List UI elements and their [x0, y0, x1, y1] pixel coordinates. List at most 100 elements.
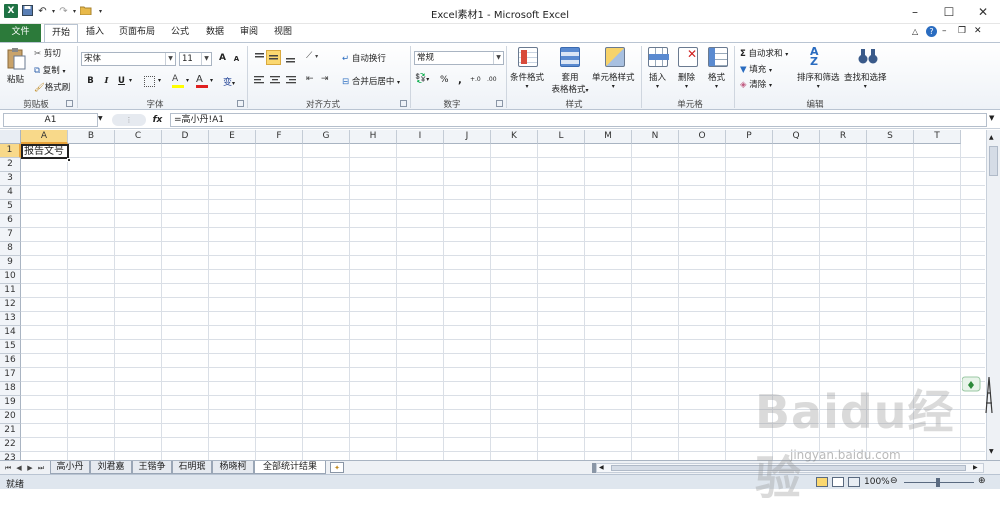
workbook-restore-icon[interactable]: ❐	[958, 26, 966, 36]
column-header-p[interactable]: P	[726, 130, 773, 144]
column-header-k[interactable]: K	[491, 130, 538, 144]
first-sheet-icon[interactable]: ⏮	[3, 463, 13, 473]
column-header-l[interactable]: L	[538, 130, 585, 144]
expand-formula-icon[interactable]: ▼	[989, 114, 994, 122]
column-header-t[interactable]: T	[914, 130, 961, 144]
tab-review[interactable]: 审阅	[234, 24, 264, 42]
help-icon[interactable]: ?	[926, 26, 937, 37]
row-header-1[interactable]: 1	[0, 144, 21, 158]
sheet-tab[interactable]: 刘君嘉	[90, 461, 132, 474]
scroll-left-icon[interactable]: ◀	[599, 464, 604, 471]
borders-icon[interactable]	[144, 76, 155, 87]
column-header-d[interactable]: D	[162, 130, 209, 144]
row-header-12[interactable]: 12	[0, 298, 21, 312]
increase-decimal-button[interactable]: +.0	[470, 76, 481, 83]
row-header-22[interactable]: 22	[0, 438, 21, 452]
row-header-10[interactable]: 10	[0, 270, 21, 284]
format-as-table-button[interactable]: 套用 表格格式▾	[549, 71, 591, 95]
clipboard-dialog-launcher[interactable]	[66, 100, 73, 107]
minimize-button[interactable]: –	[898, 0, 932, 24]
row-header-8[interactable]: 8	[0, 242, 21, 256]
sheet-tab[interactable]: 杨晓柯	[212, 461, 254, 474]
number-format-combo[interactable]: 常规 ▼	[414, 51, 504, 65]
row-header-17[interactable]: 17	[0, 368, 21, 382]
sheet-tab[interactable]: 高小丹	[50, 461, 90, 474]
font-dialog-launcher[interactable]	[237, 100, 244, 107]
column-header-b[interactable]: B	[68, 130, 115, 144]
scroll-up-icon[interactable]: ▲	[989, 134, 994, 141]
underline-button[interactable]: U	[115, 75, 128, 88]
row-header-2[interactable]: 2	[0, 158, 21, 172]
cut-button[interactable]: ✂ 剪切	[34, 47, 61, 59]
decrease-decimal-button[interactable]: .00	[487, 76, 497, 83]
grow-font-button[interactable]: A	[216, 52, 229, 65]
bold-button[interactable]: B	[84, 75, 97, 88]
name-box[interactable]: A1	[3, 113, 98, 127]
sheet-tab[interactable]: 石明珉	[172, 461, 212, 474]
scroll-thumb[interactable]	[989, 146, 998, 176]
fill-button[interactable]: ▼ 填充 ▾	[740, 63, 772, 75]
decrease-indent-icon[interactable]: ⇤	[306, 74, 314, 84]
close-button[interactable]: ✕	[966, 0, 1000, 24]
insert-function-button[interactable]: fx	[150, 113, 165, 127]
insert-cells-button[interactable]: 插入 ▾	[649, 71, 666, 90]
find-select-button[interactable]: 查找和选择 ▾	[844, 71, 887, 90]
row-header-9[interactable]: 9	[0, 256, 21, 270]
sheet-tab-active[interactable]: 全部统计结果	[254, 461, 326, 474]
column-header-j[interactable]: J	[444, 130, 491, 144]
column-header-e[interactable]: E	[209, 130, 256, 144]
currency-icon[interactable]: 💱▾	[415, 74, 429, 84]
workbook-minimize-icon[interactable]: –	[942, 26, 947, 36]
tab-insert[interactable]: 插入	[80, 24, 110, 42]
tab-data[interactable]: 数据	[200, 24, 230, 42]
formula-input[interactable]: =高小丹!A1	[170, 113, 987, 127]
row-header-19[interactable]: 19	[0, 396, 21, 410]
select-all-button[interactable]	[0, 130, 21, 144]
percent-button[interactable]: %	[440, 75, 449, 85]
italic-button[interactable]: I	[100, 75, 113, 88]
font-color-dropdown-icon[interactable]: ▾	[210, 77, 213, 84]
align-top-icon[interactable]	[253, 51, 266, 64]
column-header-g[interactable]: G	[303, 130, 350, 144]
number-dialog-launcher[interactable]	[496, 100, 503, 107]
align-right-icon[interactable]	[285, 74, 298, 87]
column-header-s[interactable]: S	[867, 130, 914, 144]
tab-view[interactable]: 视图	[268, 24, 298, 42]
autosum-button[interactable]: Σ 自动求和 ▾	[740, 47, 788, 59]
fill-color-icon[interactable]: A	[172, 74, 184, 88]
last-sheet-icon[interactable]: ⏭	[36, 463, 46, 473]
tab-page-layout[interactable]: 页面布局	[114, 24, 160, 42]
row-header-23[interactable]: 23	[0, 452, 21, 460]
column-header-i[interactable]: I	[397, 130, 444, 144]
underline-dropdown-icon[interactable]: ▾	[129, 77, 132, 84]
workbook-close-icon[interactable]: ✕	[974, 26, 982, 36]
row-header-4[interactable]: 4	[0, 186, 21, 200]
fill-dropdown-icon[interactable]: ▾	[186, 77, 189, 84]
maximize-button[interactable]: ☐	[932, 0, 966, 24]
format-cells-button[interactable]: 格式 ▾	[708, 71, 725, 90]
row-header-14[interactable]: 14	[0, 326, 21, 340]
active-cell[interactable]: 报告文号	[21, 144, 69, 159]
ribbon-minimize-icon[interactable]: △	[912, 27, 918, 36]
row-header-6[interactable]: 6	[0, 214, 21, 228]
font-size-combo[interactable]: 11 ▼	[179, 52, 212, 66]
insert-sheet-icon[interactable]: ✦	[330, 462, 344, 473]
row-header-18[interactable]: 18	[0, 382, 21, 396]
next-sheet-icon[interactable]: ▶	[25, 463, 35, 473]
column-header-r[interactable]: R	[820, 130, 867, 144]
align-bottom-icon[interactable]	[284, 51, 297, 64]
row-header-21[interactable]: 21	[0, 424, 21, 438]
tab-file[interactable]: 文件	[0, 24, 41, 42]
phonetic-button[interactable]: 变▾	[223, 75, 235, 88]
row-header-15[interactable]: 15	[0, 340, 21, 354]
increase-indent-icon[interactable]: ⇥	[321, 74, 329, 84]
borders-dropdown-icon[interactable]: ▾	[158, 77, 161, 84]
row-header-13[interactable]: 13	[0, 312, 21, 326]
row-header-5[interactable]: 5	[0, 200, 21, 214]
font-color-icon[interactable]: A	[196, 74, 208, 88]
row-header-3[interactable]: 3	[0, 172, 21, 186]
clear-button[interactable]: ◈ 清除 ▾	[740, 78, 772, 90]
comma-button[interactable]: ,	[458, 75, 462, 86]
sort-filter-button[interactable]: 排序和筛选 ▾	[797, 71, 840, 90]
font-name-combo[interactable]: 宋体 ▼	[81, 52, 176, 66]
